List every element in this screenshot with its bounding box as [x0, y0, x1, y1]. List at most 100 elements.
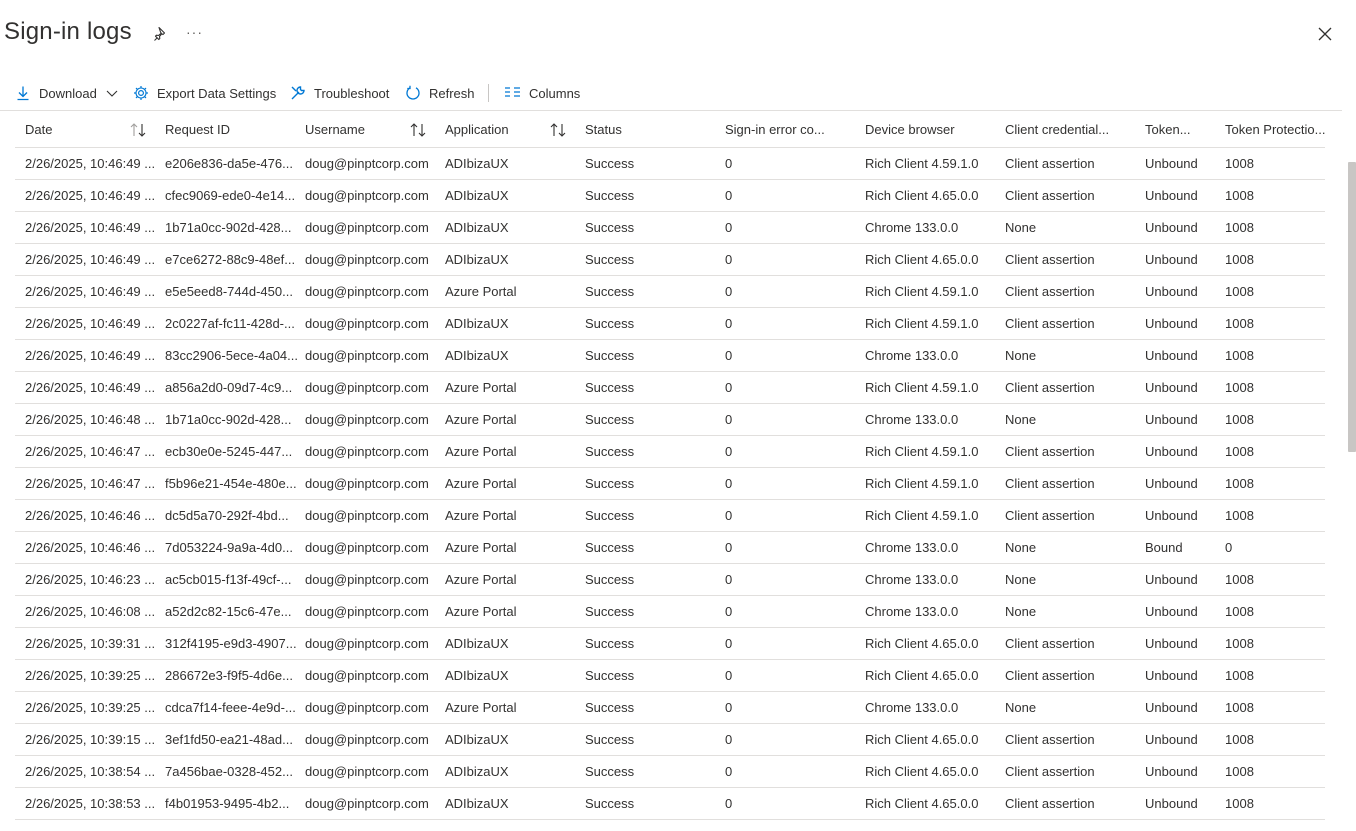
- sort-icon[interactable]: [549, 122, 567, 138]
- column-header-token-protection[interactable]: Token Protectio...: [1225, 113, 1325, 147]
- cell-status: Success: [585, 476, 635, 491]
- table-row[interactable]: 2/26/2025, 10:39:25 ... cdca7f14-feee-4e9…: [15, 692, 1325, 724]
- cell-client-credential: Client assertion: [1005, 252, 1095, 267]
- cell-client-credential: Client assertion: [1005, 668, 1095, 683]
- table-body: 2/26/2025, 10:46:49 ... e206e836-da5e-476…: [15, 148, 1325, 820]
- cell-client-credential: None: [1005, 604, 1037, 619]
- cell-token-protection: 1008: [1225, 508, 1254, 523]
- columns-icon: [505, 87, 520, 97]
- cell-username: doug@pinptcorp.com: [305, 444, 429, 459]
- cell-application: ADIbizaUX: [445, 188, 509, 203]
- cell-error-code: 0: [725, 732, 733, 747]
- column-header-status[interactable]: Status: [585, 113, 721, 147]
- cell-token: Unbound: [1145, 348, 1198, 363]
- cell-token: Unbound: [1145, 188, 1198, 203]
- cell-username: doug@pinptcorp.com: [305, 668, 429, 683]
- cell-application: ADIbizaUX: [445, 316, 509, 331]
- download-button[interactable]: Download: [15, 80, 119, 106]
- table-row[interactable]: 2/26/2025, 10:46:48 ... 1b71a0cc-902d-428…: [15, 404, 1325, 436]
- cell-status: Success: [585, 444, 635, 459]
- more-icon[interactable]: ···: [186, 24, 203, 40]
- columns-button[interactable]: Columns: [504, 80, 580, 106]
- cell-status: Success: [585, 700, 635, 715]
- table-row[interactable]: 2/26/2025, 10:46:49 ... a856a2d0-09d7-4c9…: [15, 372, 1325, 404]
- cell-status: Success: [585, 348, 635, 363]
- table-row[interactable]: 2/26/2025, 10:39:15 ... 3ef1fd50-ea21-48a…: [15, 724, 1325, 756]
- table-row[interactable]: 2/26/2025, 10:46:46 ... dc5d5a70-292f-4bd…: [15, 500, 1325, 532]
- cell-status: Success: [585, 796, 635, 811]
- cell-error-code: 0: [725, 220, 733, 235]
- cell-request-id: 2c0227af-fc11-428d-...: [165, 316, 295, 331]
- table-row[interactable]: 2/26/2025, 10:39:31 ... 312f4195-e9d3-490…: [15, 628, 1325, 660]
- table-row[interactable]: 2/26/2025, 10:38:54 ... 7a456bae-0328-452…: [15, 756, 1325, 788]
- column-header-device-browser[interactable]: Device browser: [865, 113, 1001, 147]
- table-row[interactable]: 2/26/2025, 10:46:49 ... e5e5eed8-744d-450…: [15, 276, 1325, 308]
- cell-request-id: 7a456bae-0328-452...: [165, 764, 293, 779]
- cell-token-protection: 1008: [1225, 444, 1254, 459]
- cell-username: doug@pinptcorp.com: [305, 764, 429, 779]
- cell-device-browser: Rich Client 4.59.1.0: [865, 316, 979, 331]
- table-row[interactable]: 2/26/2025, 10:46:49 ... 2c0227af-fc11-428…: [15, 308, 1325, 340]
- table-row[interactable]: 2/26/2025, 10:46:49 ... e206e836-da5e-476…: [15, 148, 1325, 180]
- cell-client-credential: Client assertion: [1005, 284, 1095, 299]
- cell-error-code: 0: [725, 668, 733, 683]
- cell-username: doug@pinptcorp.com: [305, 540, 429, 555]
- cell-device-browser: Chrome 133.0.0: [865, 220, 959, 235]
- cell-application: ADIbizaUX: [445, 796, 509, 811]
- table-row[interactable]: 2/26/2025, 10:46:49 ... 1b71a0cc-902d-428…: [15, 212, 1325, 244]
- scrollbar-thumb[interactable]: [1348, 162, 1356, 452]
- cell-token: Unbound: [1145, 796, 1198, 811]
- cell-device-browser: Rich Client 4.65.0.0: [865, 636, 979, 651]
- export-data-settings-button[interactable]: Export Data Settings: [133, 80, 276, 106]
- cell-application: Azure Portal: [445, 540, 517, 555]
- table-row[interactable]: 2/26/2025, 10:46:49 ... 83cc2906-5ece-4a0…: [15, 340, 1325, 372]
- cell-token-protection: 1008: [1225, 700, 1254, 715]
- table-row[interactable]: 2/26/2025, 10:39:25 ... 286672e3-f9f5-4d6…: [15, 660, 1325, 692]
- pin-icon[interactable]: [152, 25, 170, 43]
- table-row[interactable]: 2/26/2025, 10:38:53 ... f4b01953-9495-4b2…: [15, 788, 1325, 820]
- cell-username: doug@pinptcorp.com: [305, 188, 429, 203]
- column-header-request-id[interactable]: Request ID: [165, 113, 301, 147]
- cell-device-browser: Rich Client 4.65.0.0: [865, 764, 979, 779]
- table-row[interactable]: 2/26/2025, 10:46:08 ... a52d2c82-15c6-47e…: [15, 596, 1325, 628]
- cell-client-credential: Client assertion: [1005, 156, 1095, 171]
- table-row[interactable]: 2/26/2025, 10:46:47 ... ecb30e0e-5245-447…: [15, 436, 1325, 468]
- table-row[interactable]: 2/26/2025, 10:46:23 ... ac5cb015-f13f-49c…: [15, 564, 1325, 596]
- cell-application: ADIbizaUX: [445, 764, 509, 779]
- cell-token: Unbound: [1145, 316, 1198, 331]
- sort-icon[interactable]: [409, 122, 427, 138]
- cell-username: doug@pinptcorp.com: [305, 700, 429, 715]
- cell-status: Success: [585, 540, 635, 555]
- column-header-token[interactable]: Token...: [1145, 113, 1221, 147]
- cell-error-code: 0: [725, 412, 733, 427]
- cell-request-id: e206e836-da5e-476...: [165, 156, 293, 171]
- cell-token-protection: 1008: [1225, 668, 1254, 683]
- cell-token-protection: 1008: [1225, 252, 1254, 267]
- cell-date: 2/26/2025, 10:46:49 ...: [25, 188, 156, 203]
- cell-device-browser: Rich Client 4.59.1.0: [865, 380, 979, 395]
- table-row[interactable]: 2/26/2025, 10:46:47 ... f5b96e21-454e-480…: [15, 468, 1325, 500]
- column-header-client-credential[interactable]: Client credential...: [1005, 113, 1141, 147]
- table-row[interactable]: 2/26/2025, 10:46:49 ... cfec9069-ede0-4e1…: [15, 180, 1325, 212]
- refresh-button[interactable]: Refresh: [405, 80, 475, 106]
- cell-token: Unbound: [1145, 252, 1198, 267]
- cell-token-protection: 1008: [1225, 220, 1254, 235]
- table-row[interactable]: 2/26/2025, 10:46:49 ... e7ce6272-88c9-48e…: [15, 244, 1325, 276]
- cell-device-browser: Chrome 133.0.0: [865, 348, 959, 363]
- cell-application: Azure Portal: [445, 700, 517, 715]
- gear-icon: [134, 86, 148, 100]
- cell-client-credential: None: [1005, 540, 1037, 555]
- table-row[interactable]: 2/26/2025, 10:46:46 ... 7d053224-9a9a-4d0…: [15, 532, 1325, 564]
- close-icon[interactable]: [1315, 24, 1335, 44]
- troubleshoot-button[interactable]: Troubleshoot: [290, 80, 389, 106]
- cell-device-browser: Rich Client 4.65.0.0: [865, 732, 979, 747]
- column-header-error-code[interactable]: Sign-in error co...: [725, 113, 861, 147]
- cell-username: doug@pinptcorp.com: [305, 156, 429, 171]
- cell-client-credential: Client assertion: [1005, 188, 1095, 203]
- cell-client-credential: None: [1005, 220, 1037, 235]
- page-title: Sign-in logs: [4, 18, 132, 45]
- cell-error-code: 0: [725, 764, 733, 779]
- sort-icon[interactable]: [129, 122, 147, 138]
- cell-token: Unbound: [1145, 284, 1198, 299]
- cell-request-id: f5b96e21-454e-480e...: [165, 476, 297, 491]
